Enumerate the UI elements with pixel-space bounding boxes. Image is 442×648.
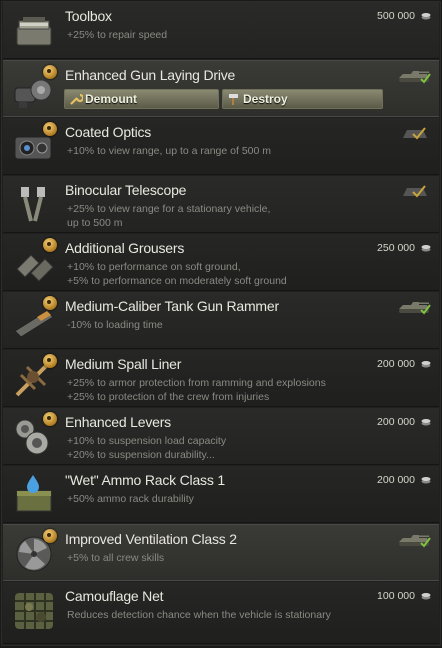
complex-equipment-badge-icon bbox=[43, 238, 57, 252]
module-title: Enhanced Levers bbox=[65, 414, 171, 430]
module-price: 250 000 bbox=[377, 242, 415, 254]
module-title: Medium-Caliber Tank Gun Rammer bbox=[65, 298, 279, 314]
credits-icon bbox=[421, 13, 431, 20]
complex-equipment-badge-icon bbox=[43, 296, 57, 310]
module-row-improved-ventilation[interactable]: Improved Ventilation Class 2 +5% to all … bbox=[3, 524, 439, 581]
module-row-camouflage-net[interactable]: Camouflage Net Reduces detection chance … bbox=[3, 582, 439, 644]
installed-check-icon bbox=[403, 185, 427, 198]
module-description: +10% to view range, up to a range of 500… bbox=[67, 145, 272, 157]
module-description: +25% to repair speed bbox=[67, 29, 168, 41]
module-description: Reduces detection chance when the vehicl… bbox=[67, 609, 331, 621]
module-description: +25% to view range for a stationary vehi… bbox=[67, 203, 271, 229]
credits-icon bbox=[421, 419, 431, 426]
module-price: 200 000 bbox=[377, 474, 415, 486]
module-row-additional-grousers[interactable]: Additional Grousers +10% to performance … bbox=[3, 234, 439, 291]
module-description: +50% ammo rack durability bbox=[67, 493, 194, 505]
module-row-binocular-telescope[interactable]: Binocular Telescope +25% to view range f… bbox=[3, 176, 439, 233]
complex-equipment-badge-icon bbox=[43, 412, 57, 426]
module-title: Additional Grousers bbox=[65, 240, 185, 256]
module-title: Camouflage Net bbox=[65, 588, 164, 604]
module-title: Binocular Telescope bbox=[65, 182, 187, 198]
equipment-list: Toolbox +25% to repair speed 500 000 Enh… bbox=[1, 1, 441, 646]
toolbox-icon bbox=[16, 17, 52, 46]
demount-button[interactable]: Demount bbox=[64, 89, 219, 109]
module-description: -10% to loading time bbox=[67, 319, 163, 331]
module-title: Improved Ventilation Class 2 bbox=[65, 531, 237, 547]
camouflage-net-icon bbox=[15, 593, 53, 629]
module-price: 200 000 bbox=[377, 416, 415, 428]
module-description: +25% to armor protection from ramming an… bbox=[67, 377, 326, 403]
wrench-icon bbox=[70, 93, 83, 105]
module-price: 500 000 bbox=[377, 10, 415, 22]
module-description: +10% to suspension load capacity +20% to… bbox=[67, 435, 227, 461]
credits-icon bbox=[421, 593, 431, 600]
module-title: Coated Optics bbox=[65, 124, 152, 140]
module-row-toolbox[interactable]: Toolbox +25% to repair speed 500 000 bbox=[3, 2, 439, 59]
module-title: Toolbox bbox=[65, 8, 112, 24]
module-title: "Wet" Ammo Rack Class 1 bbox=[65, 472, 225, 488]
module-price: 100 000 bbox=[377, 590, 415, 602]
complex-equipment-badge-icon bbox=[43, 65, 57, 79]
module-row-enhanced-gun-laying-drive[interactable]: Enhanced Gun Laying Drive Demount Destro… bbox=[3, 60, 439, 117]
module-description: +5% to all crew skills bbox=[67, 552, 165, 564]
binocular-telescope-icon bbox=[21, 187, 45, 222]
installed-check-icon bbox=[403, 127, 427, 140]
module-row-medium-spall-liner[interactable]: Medium Spall Liner +25% to armor protect… bbox=[3, 350, 439, 407]
module-title: Enhanced Gun Laying Drive bbox=[65, 67, 236, 83]
credits-icon bbox=[421, 477, 431, 484]
module-title: Medium Spall Liner bbox=[65, 356, 182, 372]
credits-icon bbox=[421, 361, 431, 368]
tank-vehicle-icon bbox=[399, 535, 431, 548]
module-price: 200 000 bbox=[377, 358, 415, 370]
hammer-icon bbox=[229, 94, 238, 105]
complex-equipment-badge-icon bbox=[43, 529, 57, 543]
module-row-enhanced-levers[interactable]: Enhanced Levers +10% to suspension load … bbox=[3, 408, 439, 465]
credits-icon bbox=[421, 245, 431, 252]
module-row-wet-ammo-rack[interactable]: "Wet" Ammo Rack Class 1 +50% ammo rack d… bbox=[3, 466, 439, 523]
module-description: +10% to performance on soft ground, +5% … bbox=[67, 261, 287, 287]
module-row-gun-rammer[interactable]: Medium-Caliber Tank Gun Rammer -10% to l… bbox=[3, 292, 439, 349]
complex-equipment-badge-icon bbox=[43, 354, 57, 368]
wet-ammo-rack-icon bbox=[16, 475, 52, 512]
tank-vehicle-icon bbox=[399, 71, 431, 84]
destroy-button[interactable]: Destroy bbox=[222, 89, 383, 109]
module-row-coated-optics[interactable]: Coated Optics +10% to view range, up to … bbox=[3, 118, 439, 175]
tank-vehicle-icon bbox=[399, 302, 431, 315]
complex-equipment-badge-icon bbox=[43, 122, 57, 136]
